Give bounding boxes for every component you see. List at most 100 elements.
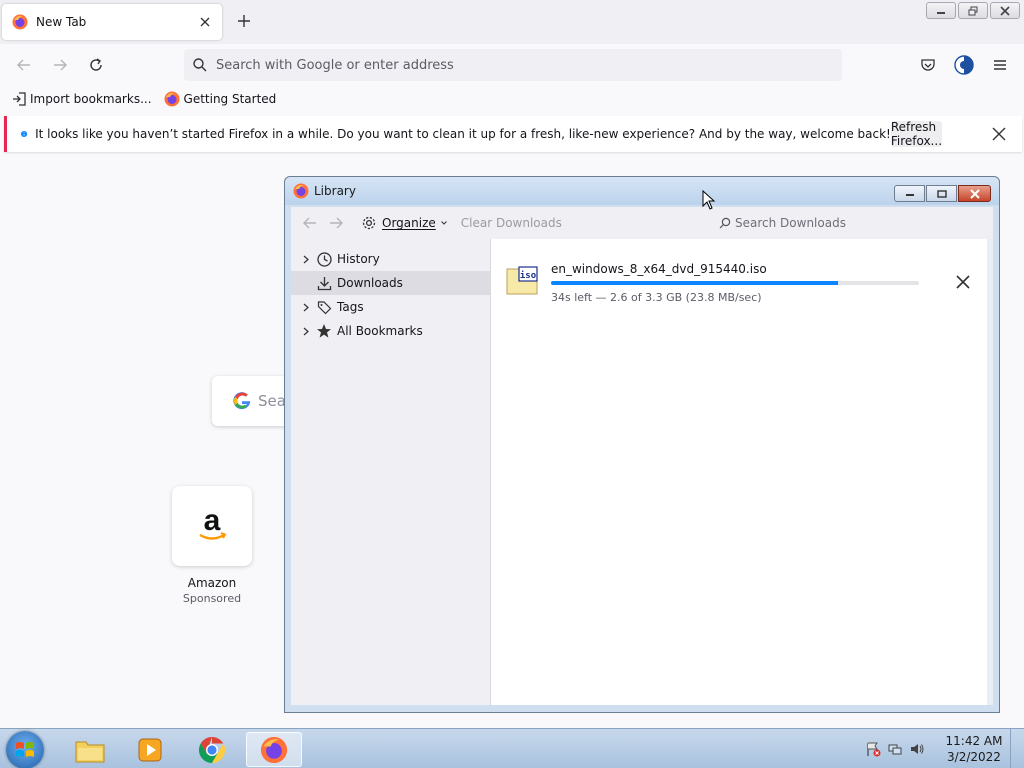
- bookmark-import[interactable]: Import bookmarks...: [12, 92, 152, 106]
- downloads-list: iso en_windows_8_x64_dvd_915440.iso 34s …: [492, 239, 987, 705]
- taskbar-firefox[interactable]: [246, 732, 302, 767]
- back-button[interactable]: [12, 53, 36, 77]
- search-downloads-box[interactable]: [715, 211, 987, 235]
- expand-arrow-icon[interactable]: [299, 327, 313, 336]
- mouse-cursor-icon: [702, 190, 716, 210]
- firefox-icon: [260, 736, 288, 763]
- pocket-button[interactable]: [916, 53, 940, 77]
- restore-button[interactable]: [958, 2, 988, 19]
- expand-arrow-icon[interactable]: [299, 255, 313, 264]
- clock[interactable]: 11:42 AM 3/2/2022: [938, 733, 1010, 765]
- downloads-scrollbar[interactable]: [987, 239, 993, 705]
- bookmark-label: Getting Started: [183, 92, 277, 106]
- library-back-button[interactable]: [297, 210, 323, 236]
- organize-menu-button[interactable]: Organize: [361, 215, 447, 231]
- forward-button[interactable]: [48, 53, 72, 77]
- download-progress-fill: [551, 281, 839, 285]
- library-maximize-button[interactable]: [926, 185, 957, 202]
- account-icon: [954, 55, 974, 75]
- tree-item-label: Tags: [337, 300, 364, 314]
- tree-item-label: History: [337, 252, 380, 266]
- address-input[interactable]: [216, 57, 842, 73]
- clear-downloads-button[interactable]: Clear Downloads: [461, 216, 562, 230]
- new-tab-button[interactable]: [234, 12, 254, 32]
- library-sidebar-tree: History Downloads Tags All Bookmarks: [291, 239, 491, 705]
- download-filename: en_windows_8_x64_dvd_915440.iso: [551, 262, 767, 276]
- tree-item-label: Downloads: [337, 276, 403, 290]
- firefox-icon: [293, 183, 309, 199]
- download-item[interactable]: iso en_windows_8_x64_dvd_915440.iso 34s …: [504, 257, 974, 307]
- close-tab-icon[interactable]: [198, 15, 212, 29]
- library-title: Library: [314, 184, 356, 198]
- tree-item-label: All Bookmarks: [337, 324, 423, 338]
- address-bar[interactable]: [184, 49, 842, 81]
- menu-button[interactable]: [988, 53, 1012, 77]
- close-window-button[interactable]: [990, 2, 1020, 19]
- svg-text:a: a: [204, 508, 221, 537]
- volume-icon[interactable]: [906, 738, 928, 760]
- download-progress-bar: [551, 281, 919, 285]
- info-icon: [21, 130, 28, 138]
- newtab-search-placeholder: Sea: [258, 392, 286, 410]
- svg-text:iso: iso: [520, 270, 536, 281]
- star-icon: [315, 322, 333, 340]
- reload-button[interactable]: [84, 53, 108, 77]
- search-downloads-input[interactable]: [735, 216, 975, 230]
- search-icon: [719, 217, 731, 229]
- tab-new-tab[interactable]: New Tab: [2, 4, 222, 40]
- firefox-icon: [164, 91, 180, 107]
- clock-date: 3/2/2022: [947, 750, 1001, 764]
- forward-arrow-icon: [54, 59, 67, 71]
- show-desktop-button[interactable]: [1010, 729, 1024, 768]
- tree-item-tags[interactable]: Tags: [291, 295, 490, 319]
- library-close-button[interactable]: [958, 185, 991, 202]
- media-player-icon: [138, 738, 162, 761]
- top-site-tile-amazon[interactable]: a: [172, 486, 252, 566]
- bookmarks-toolbar: Import bookmarks... Getting Started: [0, 86, 1024, 112]
- library-window: Library Organize Clear Downloads Search …: [284, 176, 1000, 713]
- notification-bar: It looks like you haven’t started Firefo…: [4, 116, 1022, 152]
- top-site-sponsored-label: Sponsored: [182, 592, 242, 605]
- account-button[interactable]: [952, 53, 976, 77]
- start-button[interactable]: [6, 731, 44, 768]
- folder-icon: [75, 741, 105, 762]
- library-content: Organize Clear Downloads History Downloa…: [291, 207, 993, 705]
- action-center-flag-icon[interactable]: [862, 738, 884, 760]
- library-window-controls: [894, 185, 991, 202]
- taskbar: 11:42 AM 3/2/2022: [0, 728, 1024, 768]
- clock-icon: [315, 250, 333, 268]
- back-arrow-icon: [303, 217, 316, 229]
- pocket-icon: [921, 59, 935, 71]
- tab-strip: New Tab: [0, 0, 1024, 44]
- library-forward-button[interactable]: [323, 210, 349, 236]
- bookmark-getting-started[interactable]: Getting Started: [164, 91, 277, 107]
- tree-item-all-bookmarks[interactable]: All Bookmarks: [291, 319, 490, 343]
- chrome-icon: [198, 736, 226, 763]
- library-minimize-button[interactable]: [894, 185, 925, 202]
- bookmark-label: Import bookmarks...: [30, 92, 152, 106]
- reload-icon: [90, 58, 102, 71]
- library-titlebar[interactable]: Library: [285, 177, 999, 205]
- taskbar-chrome[interactable]: [184, 732, 240, 767]
- download-icon: [315, 274, 333, 292]
- expand-arrow-icon[interactable]: [299, 303, 313, 312]
- cancel-download-icon[interactable]: [954, 273, 972, 291]
- window-controls: [926, 2, 1020, 19]
- forward-arrow-icon: [330, 217, 343, 229]
- clock-time: 11:42 AM: [945, 734, 1003, 748]
- close-notification-icon[interactable]: [990, 125, 1008, 143]
- taskbar-media-player[interactable]: [122, 732, 178, 767]
- taskbar-file-explorer[interactable]: [62, 732, 118, 767]
- network-icon[interactable]: [884, 738, 906, 760]
- tree-item-history[interactable]: History: [291, 247, 490, 271]
- tree-item-downloads[interactable]: Downloads: [291, 271, 490, 295]
- search-icon: [193, 58, 207, 72]
- minimize-button[interactable]: [926, 2, 956, 19]
- import-icon: [13, 92, 26, 106]
- tab-title: New Tab: [36, 15, 87, 29]
- download-status: 34s left — 2.6 of 3.3 GB (23.8 MB/sec): [551, 291, 762, 304]
- gear-icon: [362, 216, 376, 230]
- refresh-firefox-button[interactable]: Refresh Firefox...: [890, 120, 942, 148]
- chevron-down-icon: [440, 221, 447, 225]
- tag-icon: [315, 298, 333, 316]
